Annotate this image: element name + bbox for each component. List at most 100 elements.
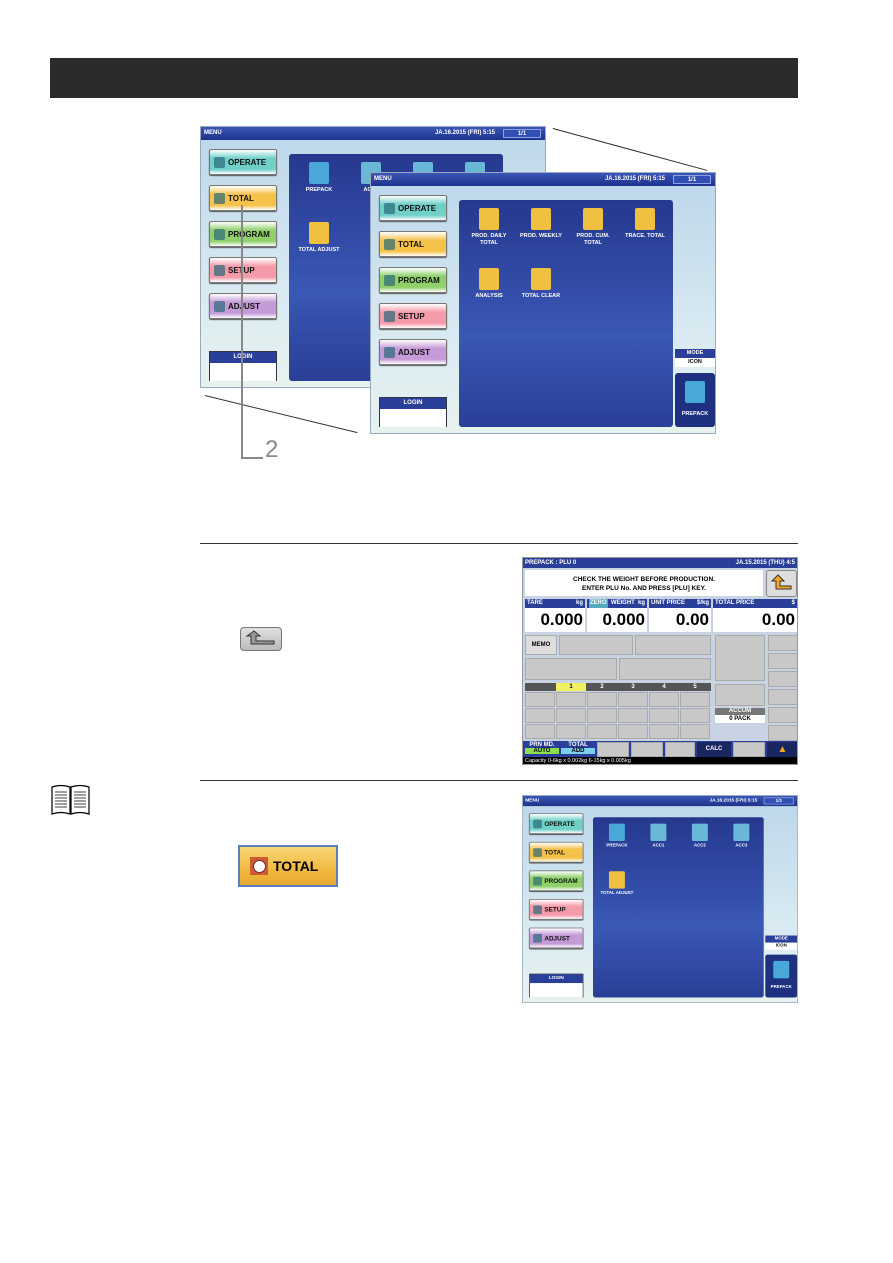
blank-key[interactable] [559, 635, 633, 655]
menu-icon-item[interactable]: PROD. WEEKLY [515, 208, 567, 240]
menu-icon-item[interactable]: ACC3 [721, 823, 762, 849]
plu-key[interactable] [618, 708, 648, 723]
mode-box[interactable]: MODEICON [765, 935, 798, 950]
datetime: JA.16.2015 (FRI) 5:15 [434, 130, 495, 136]
plu-key[interactable] [587, 708, 617, 723]
plu-key[interactable] [525, 724, 555, 739]
plu-key[interactable] [649, 708, 679, 723]
back-button[interactable] [766, 570, 797, 597]
menu-button-program[interactable]: PROGRAM [209, 221, 277, 247]
mode-value: ICON [765, 942, 798, 950]
plu-key[interactable] [556, 724, 586, 739]
menu-icon-item[interactable]: PREPACK [596, 823, 637, 849]
plu-key[interactable] [587, 692, 617, 707]
total-button-example[interactable]: TOTAL [238, 845, 338, 887]
menu-icon-item[interactable]: ACC1 [638, 823, 679, 849]
login-field[interactable] [380, 409, 446, 427]
blank-key[interactable] [619, 658, 711, 680]
setup-icon [384, 310, 395, 322]
menu-button-total[interactable]: TOTAL [209, 185, 277, 211]
blank-key[interactable] [635, 635, 711, 655]
blank-key[interactable] [631, 742, 663, 757]
menu-icon-label: ACC1 [652, 843, 665, 849]
blank-key[interactable] [715, 635, 765, 681]
calc-button[interactable]: CALC [697, 742, 731, 757]
plu-key[interactable] [556, 708, 586, 723]
side-key[interactable] [768, 707, 797, 723]
menu-button-adjust[interactable]: ADJUST [529, 927, 584, 949]
menu-button-setup[interactable]: SETUP [379, 303, 447, 329]
menu-icon-item[interactable]: TRACE. TOTAL [619, 208, 671, 240]
menu-button-total[interactable]: TOTAL [529, 841, 584, 863]
plu-key[interactable] [556, 692, 586, 707]
screen-title: MENU [374, 176, 392, 182]
menu-button-program[interactable]: PROGRAM [529, 870, 584, 892]
menu-icon-item[interactable]: TOTAL ADJUST [596, 871, 637, 896]
menu-button-adjust[interactable]: ADJUST [209, 293, 277, 319]
menu-button-operate[interactable]: OPERATE [529, 813, 584, 834]
up-arrow-button[interactable]: ▲ [767, 742, 797, 757]
plu-key[interactable] [618, 724, 648, 739]
login-box[interactable]: LOGIN [529, 973, 584, 998]
blank-key[interactable] [715, 684, 765, 706]
menu-button-total[interactable]: TOTAL [379, 231, 447, 257]
blank-key[interactable] [525, 658, 617, 680]
menu-icon-item[interactable]: PROD. CUM. TOTAL [567, 208, 619, 247]
plu-key[interactable] [680, 692, 710, 707]
page-tab[interactable]: 3 [618, 683, 648, 691]
blank-key[interactable] [733, 742, 765, 757]
title-bar: MENU JA.16.2015 (FRI) 5:15 1/1 [371, 173, 715, 186]
page-tab[interactable]: 2 [587, 683, 617, 691]
page-tab[interactable]: 1 [556, 683, 586, 691]
side-key[interactable] [768, 671, 797, 687]
callout-line [241, 205, 243, 459]
blank-key[interactable] [665, 742, 695, 757]
plu-key[interactable] [525, 692, 555, 707]
menu-icon-label: ANALYSIS [475, 293, 503, 299]
menu-icon-item[interactable]: ACC2 [679, 823, 720, 849]
menu-button-operate[interactable]: OPERATE [209, 149, 277, 175]
plu-key[interactable] [680, 724, 710, 739]
plu-key[interactable] [587, 724, 617, 739]
plu-key[interactable] [649, 724, 679, 739]
total-mode[interactable]: TOTAL ADD [561, 742, 595, 754]
menu-icon-item[interactable]: PROD. DAILY TOTAL [463, 208, 515, 247]
side-key[interactable] [768, 725, 797, 741]
plu-key[interactable] [618, 692, 648, 707]
plu-key[interactable] [680, 708, 710, 723]
page-tab[interactable]: 4 [649, 683, 679, 691]
login-label: LOGIN [529, 974, 583, 984]
mode-box[interactable]: MODEICON [675, 349, 715, 367]
blank-key[interactable] [597, 742, 629, 757]
login-box[interactable]: LOGIN [379, 397, 447, 427]
menu-button-adjust[interactable]: ADJUST [379, 339, 447, 365]
page-tab[interactable]: 5 [680, 683, 710, 691]
menu-icon-item[interactable]: PREPACK [293, 162, 345, 194]
menu-button-operate[interactable]: OPERATE [379, 195, 447, 221]
menu-button-setup[interactable]: SETUP [209, 257, 277, 283]
side-key[interactable] [768, 689, 797, 705]
prepack-mode-button[interactable]: PREPACK [675, 373, 715, 427]
side-key[interactable] [768, 653, 797, 669]
back-button[interactable] [240, 627, 282, 651]
login-field[interactable] [210, 363, 276, 381]
prepack-icon [309, 162, 329, 184]
side-key[interactable] [768, 635, 797, 651]
plu-key[interactable] [525, 708, 555, 723]
memo-button[interactable]: MEMO [525, 635, 557, 655]
page-header-bar [50, 58, 798, 98]
login-box[interactable]: LOGIN [209, 351, 277, 381]
menu-icon-item[interactable]: ANALYSIS [463, 268, 515, 300]
menu-button-program[interactable]: PROGRAM [379, 267, 447, 293]
print-mode[interactable]: PRN MD. AUTO [525, 742, 559, 754]
menu-icon-item[interactable]: TOTAL ADJUST [293, 222, 345, 254]
plu-key[interactable] [649, 692, 679, 707]
setup-icon [533, 904, 542, 914]
capacity-text: Capacity 0-6kg x 0.002kg 6-15kg x 0.005k… [523, 757, 797, 764]
menu-icon-item[interactable]: TOTAL CLEAR [515, 268, 567, 300]
menu-button-label: OPERATE [544, 820, 575, 828]
prepack-mode-button[interactable]: PREPACK [765, 954, 798, 998]
login-field[interactable] [529, 983, 583, 998]
menu-button-setup[interactable]: SETUP [529, 899, 584, 920]
program-icon [533, 876, 542, 886]
